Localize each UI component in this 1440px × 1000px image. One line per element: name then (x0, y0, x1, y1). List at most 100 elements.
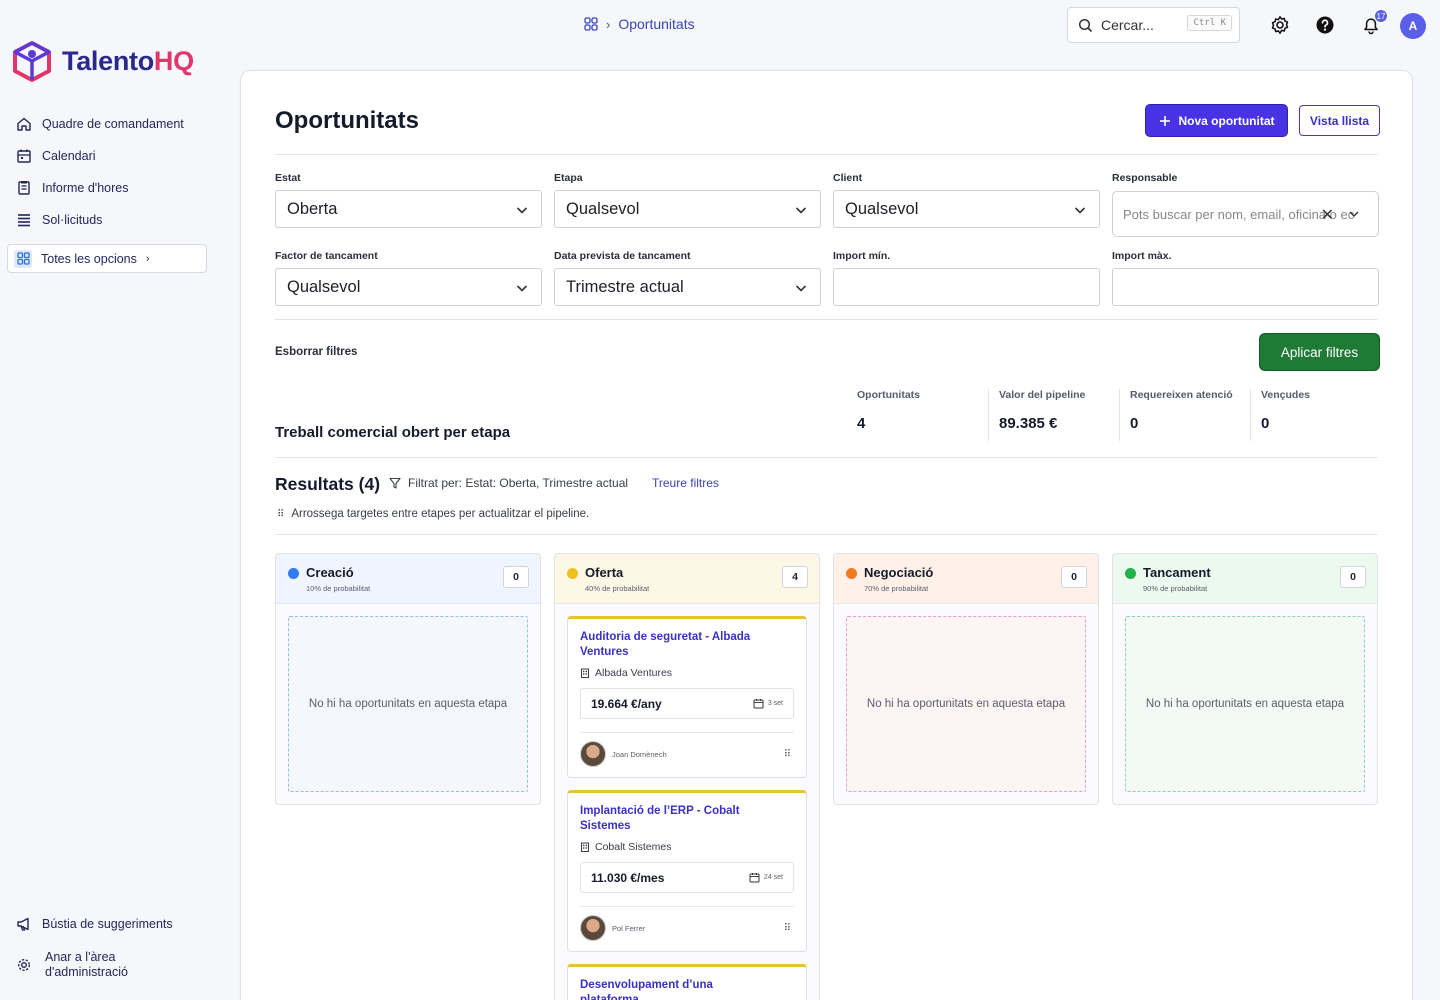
sidebar-item-label: Anar a l'àrea d'administració (45, 950, 128, 979)
sidebar-item-hours-report[interactable]: Informe d'hores (8, 172, 208, 204)
settings-icon[interactable] (1270, 15, 1290, 35)
sidebar-item-requests[interactable]: Sol·licituds (8, 204, 208, 236)
page-title: Oportunitats (275, 107, 419, 134)
search-placeholder: Cercar... (1101, 17, 1154, 33)
divider (275, 457, 1378, 458)
breadcrumb: › Oportunitats (584, 16, 695, 32)
sidebar-item-admin[interactable]: Anar a l'àrea d'administració (8, 944, 218, 986)
opportunity-card[interactable]: Implantació de l’ERP - Cobalt Sistemes C… (567, 790, 807, 952)
opportunity-card[interactable]: Auditoria de seguretat - Albada Ventures… (567, 616, 807, 778)
filter-label-owner: Responsable (1112, 172, 1178, 184)
stat-overdue: Vençudes 0 (1250, 389, 1310, 441)
opportunity-value-box: 19.664 €/any 3 set (580, 688, 794, 719)
list-view-button[interactable]: Vista llista (1299, 105, 1380, 136)
client-select[interactable]: Qualsevol (833, 190, 1100, 228)
breadcrumb-current[interactable]: Oportunitats (618, 16, 694, 32)
drag-handle-icon[interactable]: ⠿ (784, 749, 791, 760)
sidebar-bottom: Bústia de suggeriments Anar a l'àrea d'a… (8, 910, 218, 986)
all-options-label: Totes les opcions (41, 251, 137, 266)
sidebar-item-calendar[interactable]: Calendari (8, 140, 208, 172)
opportunity-title[interactable]: Desenvolupament d’una plataforma (580, 978, 770, 1000)
chevron-down-icon (516, 285, 528, 292)
stat-label: Requereixen atenció (1130, 389, 1233, 401)
stage-name: Creació (306, 565, 354, 580)
stage-name: Tancament (1143, 565, 1211, 580)
empty-stage-dropzone[interactable]: No hi ha oportunitats en aquesta etapa (288, 616, 528, 792)
summary-title: Treball comercial obert per etapa (275, 424, 511, 441)
status-select-value: Oberta (287, 199, 338, 218)
opportunity-title[interactable]: Implantació de l’ERP - Cobalt Sistemes (580, 804, 770, 834)
remove-filters-link[interactable]: Treure filtres (652, 476, 719, 490)
stat-value: 89.385 € (999, 415, 1058, 432)
apps-grid-icon[interactable] (584, 17, 598, 31)
clear-filters-link[interactable]: Esborrar filtres (275, 346, 357, 358)
notification-badge: 17 (1374, 9, 1388, 23)
chevron-right-icon: › (606, 16, 611, 32)
filter-label-client: Client (833, 172, 863, 184)
max-amount-input[interactable] (1112, 268, 1379, 306)
all-options-button[interactable]: Totes les opcions › (7, 244, 207, 273)
grid-icon (14, 249, 32, 268)
filter-label-max-amount: Import màx. (1112, 250, 1172, 262)
stage-column-creation: Creació 10% de probabilitat 0 No hi ha o… (275, 553, 541, 805)
divider (275, 154, 1378, 155)
sidebar-item-label: Quadre de comandament (42, 117, 184, 131)
chevron-down-icon (795, 207, 807, 214)
stage-color-dot (567, 568, 578, 579)
stat-label: Valor del pipeline (999, 389, 1086, 401)
results-filter-summary: Filtrat per: Estat: Oberta, Trimestre ac… (389, 476, 628, 490)
user-avatar[interactable]: A (1400, 13, 1426, 39)
close-date-value: Trimestre actual (566, 277, 684, 296)
clear-icon[interactable]: ✕ (1321, 205, 1334, 225)
stage-probability: 40% de probabilitat (585, 584, 650, 593)
search-input[interactable]: Cercar... Ctrl K (1067, 7, 1240, 43)
plus-icon (1159, 115, 1170, 126)
help-icon[interactable] (1315, 15, 1335, 35)
stage-color-dot (1125, 568, 1136, 579)
sidebar-item-label: Calendari (42, 149, 96, 163)
filter-label-closing-factor: Factor de tancament (275, 250, 378, 262)
drag-hint: ⠿ Arrossega targetes entre etapes per ac… (277, 508, 589, 520)
search-shortcut: Ctrl K (1187, 15, 1232, 31)
closing-factor-select[interactable]: Qualsevol (275, 268, 542, 306)
opportunity-client: Cobalt Sistemes (580, 841, 794, 853)
opportunity-amount: 19.664 €/any (591, 696, 662, 711)
building-icon (581, 668, 589, 678)
empty-stage-dropzone[interactable]: No hi ha oportunitats en aquesta etapa (1125, 616, 1365, 792)
filter-label-status: Estat (275, 172, 301, 184)
opportunity-owner: Joan Domènech ⠿ (580, 732, 794, 767)
client-select-value: Qualsevol (845, 199, 919, 218)
opportunity-title[interactable]: Auditoria de seguretat - Albada Ventures (580, 630, 770, 660)
calendar-icon (753, 699, 764, 709)
sidebar-item-label: Informe d'hores (42, 181, 129, 195)
drag-handle-icon: ⠿ (277, 508, 284, 520)
opportunity-card[interactable]: Desenvolupament d’una plataforma (567, 964, 807, 1000)
megaphone-icon (17, 917, 29, 931)
stage-select[interactable]: Qualsevol (554, 190, 821, 228)
app-logo[interactable]: TalentoHQ (12, 40, 194, 82)
calendar-icon (749, 873, 760, 883)
chevron-down-icon (795, 285, 807, 292)
drag-handle-icon[interactable]: ⠿ (784, 923, 791, 934)
min-amount-input[interactable] (833, 268, 1100, 306)
stage-probability: 70% de probabilitat (864, 584, 929, 593)
stage-column-header: Oferta 40% de probabilitat 4 (555, 554, 819, 604)
filter-label-min-amount: Import mín. (833, 250, 891, 262)
sidebar-item-suggestions[interactable]: Bústia de suggeriments (8, 910, 218, 938)
opportunity-value-box: 11.030 €/mes 24 set (580, 862, 794, 893)
opportunity-date: 3 set (753, 698, 783, 709)
apply-filters-button[interactable]: Aplicar filtres (1260, 334, 1379, 370)
drag-hint-text: Arrossega targetes entre etapes per actu… (291, 508, 590, 520)
opportunity-date: 24 set (749, 872, 783, 883)
status-select[interactable]: Oberta (275, 190, 542, 228)
owner-input[interactable]: Pots buscar per nom, email, oficina o ec… (1112, 191, 1379, 237)
opportunity-amount: 11.030 €/mes (591, 870, 665, 885)
sidebar-item-dashboard[interactable]: Quadre de comandament (8, 108, 208, 140)
new-opportunity-button[interactable]: Nova oportunitat (1146, 105, 1287, 136)
logo-text: TalentoHQ (62, 45, 194, 76)
stat-pipeline-value: Valor del pipeline 89.385 € (988, 389, 1085, 441)
empty-stage-dropzone[interactable]: No hi ha oportunitats en aquesta etapa (846, 616, 1086, 792)
chevron-down-icon[interactable] (1348, 208, 1360, 220)
stage-count-badge: 0 (1061, 566, 1087, 588)
close-date-select[interactable]: Trimestre actual (554, 268, 821, 306)
